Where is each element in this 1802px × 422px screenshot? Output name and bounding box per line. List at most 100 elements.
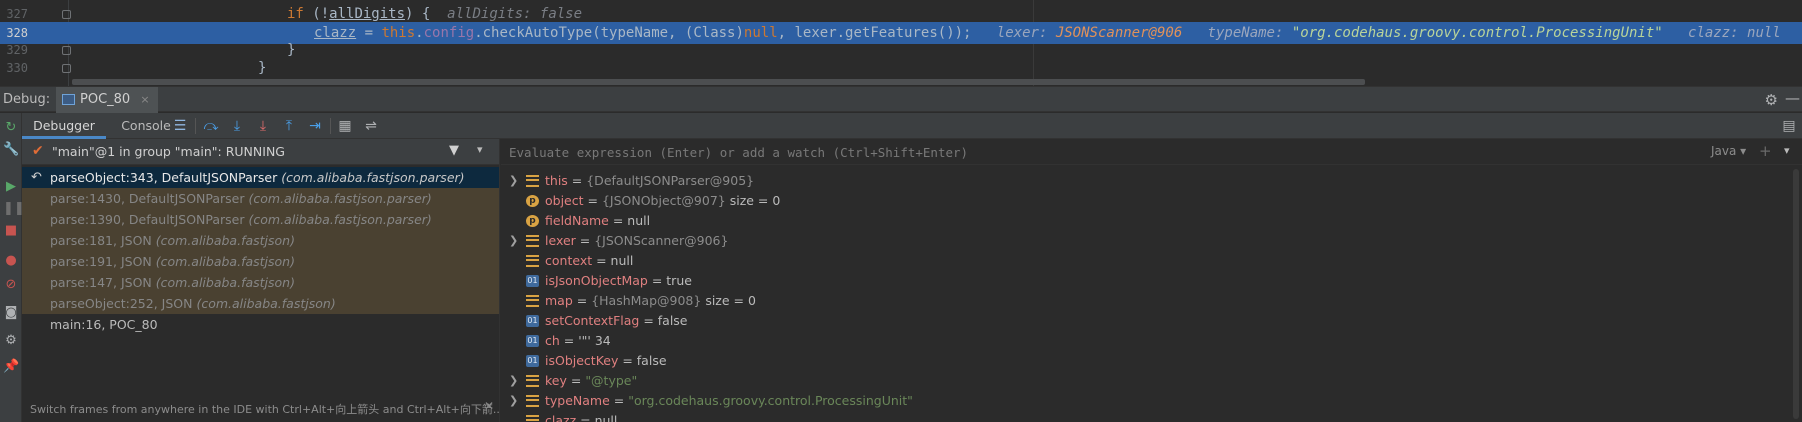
variable-name: lexer <box>545 233 576 248</box>
step-out-icon[interactable]: ⤒ <box>280 117 298 135</box>
code-line[interactable]: 327 if (!allDigits) { allDigits: false <box>0 4 1802 24</box>
tab-console-label: Console <box>121 118 171 133</box>
variable-text: context = null <box>545 253 634 268</box>
variable-row[interactable]: context = null <box>501 251 1781 271</box>
code-token: = <box>356 25 382 41</box>
pin-icon[interactable]: 📌 <box>3 359 19 375</box>
gear-icon[interactable]: ⚙ <box>1765 91 1778 109</box>
variable-value: null <box>594 413 618 422</box>
variable-name: map <box>545 293 573 308</box>
line-number[interactable]: 330 <box>0 58 60 78</box>
code-line[interactable]: 329} <box>0 40 1802 60</box>
variable-row[interactable]: 01 setContextFlag = false <box>501 311 1781 331</box>
expand-chevron-icon[interactable]: ❯ <box>509 171 518 191</box>
chevron-down-icon[interactable]: ▾ <box>1784 144 1790 157</box>
thread-selector[interactable]: ✔ "main"@1 in group "main": RUNNING ▼ ▾ <box>22 139 499 165</box>
step-over-icon[interactable]: ⤼ <box>202 117 220 135</box>
line-number[interactable]: 329 <box>0 40 60 60</box>
variable-name: context <box>545 253 593 268</box>
close-icon[interactable]: ✕ <box>484 399 494 413</box>
code-token: , lexer.getFeatures()); <box>777 25 972 41</box>
variable-name: fieldName <box>545 213 609 228</box>
language-select[interactable]: Java ▾ <box>1711 144 1746 158</box>
fold-marker-icon[interactable] <box>62 64 71 73</box>
stack-frame[interactable]: parse:147, JSON (com.alibaba.fastjson) <box>22 272 499 293</box>
inline-debug-value: JSONScanner@906 <box>1055 25 1183 41</box>
variable-row[interactable]: ❯ this = {DefaultJSONParser@905} <box>501 171 1781 191</box>
fold-marker-icon[interactable] <box>62 46 71 55</box>
variable-row[interactable]: ❯ lexer = {JSONScanner@906} <box>501 231 1781 251</box>
stack-frame[interactable]: parse:1430, DefaultJSONParser (com.aliba… <box>22 188 499 209</box>
tab-debugger-label: Debugger <box>33 118 95 133</box>
stack-frame[interactable]: parse:191, JSON (com.alibaba.fastjson) <box>22 251 499 272</box>
variable-object-ref: {DefaultJSONParser@905} <box>586 173 755 188</box>
snapshot-icon[interactable]: ◙ <box>3 305 19 321</box>
editor-horizontal-scrollbar[interactable] <box>72 79 1365 85</box>
mute-breakpoints-icon[interactable]: ⊘ <box>3 277 19 293</box>
stop-icon[interactable]: ■ <box>3 223 19 239</box>
code-token: null <box>743 25 778 41</box>
evaluate-input[interactable] <box>509 141 1709 163</box>
code-line[interactable]: 330} <box>0 58 1802 78</box>
variable-row[interactable]: clazz = null <box>501 411 1781 422</box>
add-watch-icon[interactable]: + <box>1759 142 1772 160</box>
variable-row[interactable]: p object = {JSONObject@907} size = 0 <box>501 191 1781 211</box>
variable-text: fieldName = null <box>545 213 651 228</box>
variable-row[interactable]: 01 isJsonObjectMap = true <box>501 271 1781 291</box>
expand-chevron-icon[interactable]: ❯ <box>509 371 518 391</box>
inline-debug-hint: clazz: null <box>1688 25 1781 41</box>
code-token: this <box>381 25 416 41</box>
run-to-cursor-icon[interactable]: ⇥ <box>306 117 324 135</box>
frame-method: parse:147, JSON <box>50 275 152 290</box>
field-icon <box>526 415 539 422</box>
step-into-icon[interactable]: ⤓ <box>228 117 246 135</box>
layout-icon[interactable]: ▤ <box>1780 117 1798 135</box>
variable-name: clazz <box>545 413 577 422</box>
tab-debugger[interactable]: Debugger <box>22 113 106 139</box>
rerun-icon[interactable]: ↻ <box>3 120 19 136</box>
code-editor[interactable]: 327 if (!allDigits) { allDigits: false 328… <box>0 0 1802 86</box>
stack-frame[interactable]: parse:181, JSON (com.alibaba.fastjson) <box>22 230 499 251</box>
variable-text: lexer = {JSONScanner@906} <box>545 233 729 248</box>
show-execution-point-icon[interactable]: ☰ <box>171 117 189 135</box>
variable-text: setContextFlag = false <box>545 313 688 328</box>
variable-name: object <box>545 193 584 208</box>
wrench-icon[interactable]: 🔧 <box>3 142 19 158</box>
minimize-icon[interactable]: — <box>1785 89 1800 107</box>
variable-row[interactable]: 01 ch = '"' 34 <box>501 331 1781 351</box>
variable-value: null <box>610 253 634 268</box>
language-label: Java <box>1711 144 1737 158</box>
current-frame-icon: ↶ <box>31 170 42 185</box>
stack-frame[interactable]: parseObject:252, JSON (com.alibaba.fastj… <box>22 293 499 314</box>
stack-frame[interactable]: parse:1390, DefaultJSONParser (com.aliba… <box>22 209 499 230</box>
evaluate-icon[interactable]: ▦ <box>336 117 354 135</box>
variable-row[interactable]: ❯ typeName = "org.codehaus.groovy.control… <box>501 391 1781 411</box>
variable-name: isJsonObjectMap <box>545 273 648 288</box>
variable-row[interactable]: map = {HashMap@908} size = 0 <box>501 291 1781 311</box>
run-config-tab[interactable]: POC_80 × <box>56 87 158 113</box>
filter-icon[interactable]: ▼ <box>449 143 459 158</box>
force-step-into-icon[interactable]: ⤓ <box>254 117 272 135</box>
variable-value: '"' 34 <box>578 333 611 348</box>
variable-text: typeName = "org.codehaus.groovy.control.… <box>545 393 913 408</box>
stack-frame[interactable]: ↶ parseObject:343, DefaultJSONParser (com… <box>22 167 499 188</box>
expand-chevron-icon[interactable]: ❯ <box>509 391 518 411</box>
line-number[interactable]: 327 <box>0 4 60 24</box>
view-breakpoints-icon[interactable]: ● <box>3 253 19 269</box>
variable-row[interactable]: 01 isObjectKey = false <box>501 351 1781 371</box>
variable-row[interactable]: ❯ key = "@type" <box>501 371 1781 391</box>
expand-chevron-icon[interactable]: ❯ <box>509 231 518 251</box>
variables-scrollbar[interactable] <box>1793 169 1799 419</box>
threads-icon[interactable]: ⇌ <box>362 117 380 135</box>
close-icon[interactable]: × <box>140 93 149 106</box>
resume-icon[interactable]: ▶ <box>3 179 19 195</box>
fold-marker-icon[interactable] <box>62 10 71 19</box>
run-config-icon <box>62 94 75 105</box>
pause-icon[interactable]: ❚❚ <box>3 201 25 217</box>
stack-frame[interactable]: main:16, POC_80 <box>22 314 499 335</box>
variable-name: this <box>545 173 568 188</box>
chevron-down-icon[interactable]: ▾ <box>477 143 483 156</box>
variable-row[interactable]: p fieldName = null <box>501 211 1781 231</box>
primitive-icon: 01 <box>526 355 539 367</box>
settings-icon[interactable]: ⚙ <box>3 333 19 349</box>
